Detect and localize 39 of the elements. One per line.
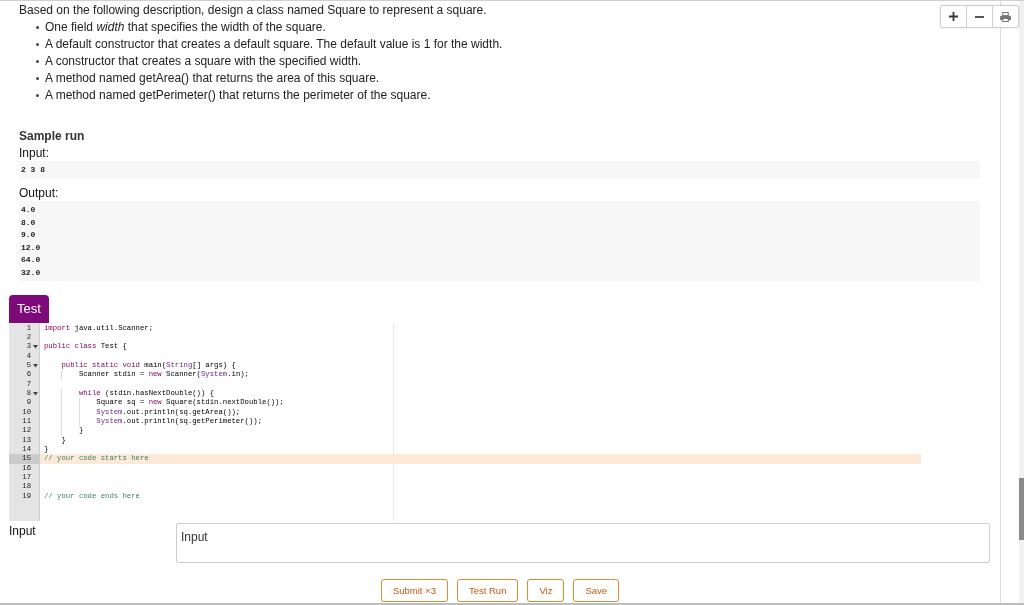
- fold-caret-icon[interactable]: [32, 364, 38, 368]
- output-line: 32.0: [21, 267, 41, 277]
- zoom-out-button[interactable]: [966, 5, 993, 28]
- bullet-icon: [36, 43, 39, 46]
- output-line: 12.0: [21, 242, 41, 252]
- minus-icon: [975, 15, 984, 18]
- class-tab[interactable]: Test: [9, 294, 49, 323]
- input-field[interactable]: Input: [176, 522, 990, 563]
- output-line: 64.0: [21, 255, 41, 264]
- output-heading: Output:: [19, 185, 60, 201]
- fold-caret-icon[interactable]: [32, 392, 38, 396]
- action-button[interactable]: Test Run: [456, 578, 519, 602]
- print-button[interactable]: [992, 5, 1019, 28]
- action-button[interactable]: Viz: [527, 578, 565, 602]
- requirement-text: A default constructor that creates a default square. The default value is 1 for the width.: [45, 36, 503, 53]
- zoom-in-button[interactable]: [940, 5, 967, 28]
- output-line: 9.0: [21, 230, 36, 239]
- bullet-icon: [36, 26, 39, 29]
- output-line: 8.0: [21, 217, 36, 227]
- requirement-text: A method named getPerimeter() that returns the perimeter of the square.: [45, 87, 431, 104]
- bullet-icon: [36, 77, 39, 80]
- action-button[interactable]: Submit ×3: [380, 578, 448, 602]
- scrollbar-thumb[interactable]: [1019, 478, 1024, 540]
- task-intro: Based on the following description, design a class named Square to represent a square.: [19, 2, 487, 19]
- input-heading: Input:: [19, 145, 51, 161]
- output-line: 4.0: [21, 205, 36, 214]
- fold-caret-icon[interactable]: [32, 345, 38, 349]
- input-label: Input: [9, 522, 37, 540]
- action-button[interactable]: Save: [573, 578, 620, 602]
- bullet-icon: [36, 60, 39, 63]
- requirement-text: A constructor that creates a square with the specified width.: [45, 53, 362, 70]
- sample-input-block: 2 3 8: [19, 161, 980, 179]
- plus-icon: [949, 12, 958, 21]
- bullet-icon: [36, 94, 39, 97]
- printer-icon: [1000, 11, 1011, 22]
- requirement-text: A method named getArea() that returns the area of this square.: [45, 70, 380, 87]
- scrollbar[interactable]: [1019, 1, 1024, 603]
- requirement-text: One field width that specifies the width of the square.: [45, 19, 326, 36]
- section-heading: Sample run: [19, 128, 86, 144]
